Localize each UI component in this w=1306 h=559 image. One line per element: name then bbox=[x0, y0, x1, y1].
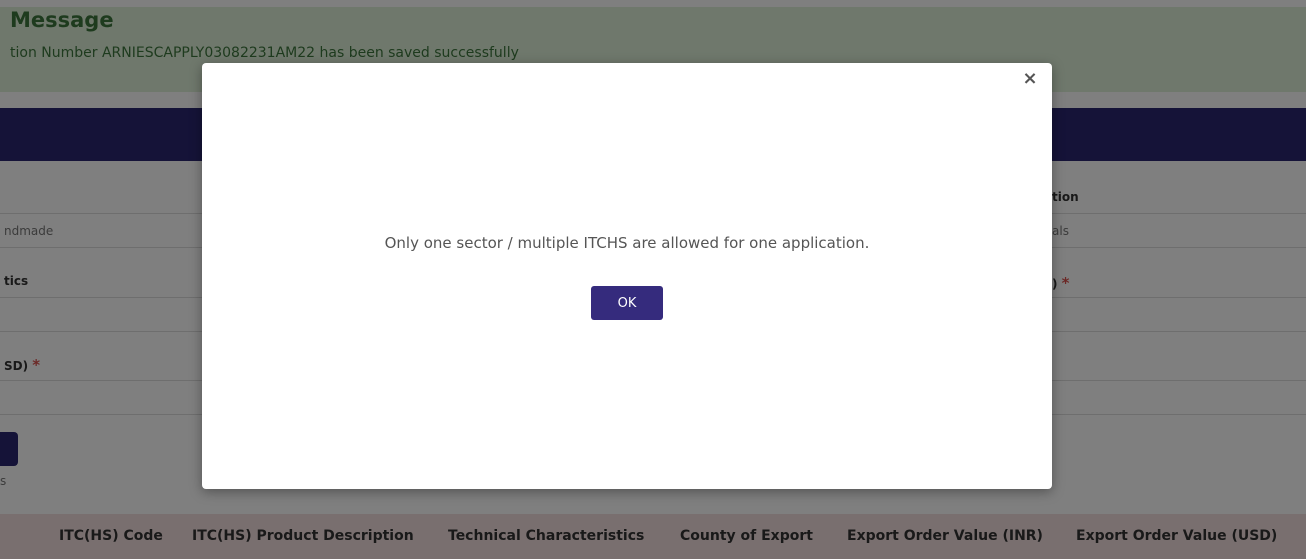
close-icon[interactable]: × bbox=[1020, 69, 1040, 89]
dialog-message: Only one sector / multiple ITCHS are all… bbox=[384, 234, 870, 252]
ok-button[interactable]: OK bbox=[591, 286, 663, 320]
alert-dialog: × Only one sector / multiple ITCHS are a… bbox=[202, 63, 1052, 489]
